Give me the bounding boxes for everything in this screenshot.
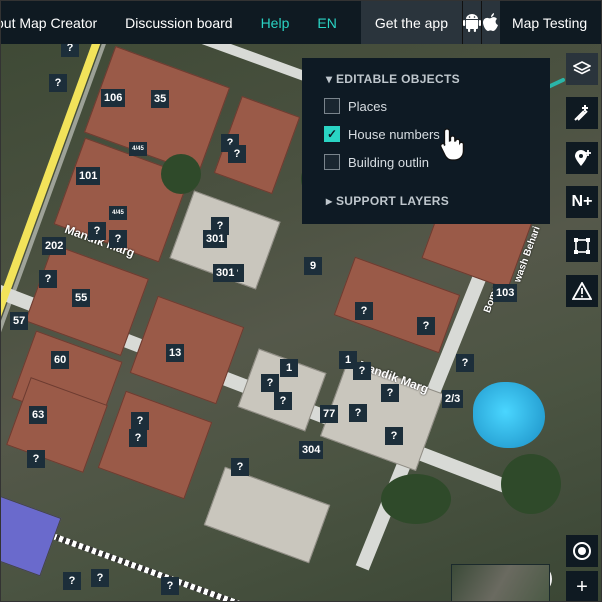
house-number-marker[interactable]: ? bbox=[91, 569, 109, 587]
apple-app-button[interactable] bbox=[480, 1, 500, 44]
app-name-link[interactable]: out Map Creator bbox=[1, 1, 111, 44]
tree bbox=[501, 454, 561, 514]
building bbox=[203, 466, 331, 564]
tree bbox=[381, 474, 451, 524]
house-number-marker[interactable]: 35 bbox=[151, 90, 170, 108]
house-number-marker[interactable]: ? bbox=[456, 354, 474, 372]
house-number-marker[interactable]: ? bbox=[88, 222, 106, 240]
house-number-marker[interactable]: ? bbox=[274, 392, 292, 410]
layers-button[interactable] bbox=[566, 53, 598, 85]
house-number-marker[interactable]: 77 bbox=[320, 405, 339, 423]
house-number-marker[interactable]: ? bbox=[349, 404, 367, 422]
layer-label: Places bbox=[348, 98, 388, 114]
house-number-marker[interactable]: 1 bbox=[280, 359, 298, 377]
house-number-marker[interactable]: ? bbox=[109, 230, 127, 248]
discussion-board-link[interactable]: Discussion board bbox=[111, 1, 246, 44]
add-house-number-icon bbox=[574, 105, 588, 121]
house-number-marker[interactable]: 202 bbox=[42, 237, 67, 255]
android-app-button[interactable] bbox=[461, 1, 481, 44]
swimming-pool bbox=[473, 382, 545, 448]
add-place-icon bbox=[575, 150, 591, 166]
house-number-marker[interactable]: 4/45 bbox=[109, 206, 127, 220]
top-navigation: out Map Creator Discussion board Help EN… bbox=[1, 1, 601, 44]
house-number-marker[interactable]: ? bbox=[355, 302, 373, 320]
house-number-marker[interactable]: 1 bbox=[339, 351, 357, 369]
house-number-marker[interactable]: 57 bbox=[10, 312, 29, 330]
house-number-marker[interactable]: ? bbox=[63, 572, 81, 590]
minimap[interactable] bbox=[451, 564, 550, 601]
tree bbox=[161, 154, 201, 194]
house-number-marker[interactable]: ? bbox=[417, 317, 435, 335]
building bbox=[129, 295, 245, 405]
layer-toggle-places[interactable]: Places bbox=[324, 98, 387, 114]
house-number-marker[interactable]: 301 bbox=[213, 264, 238, 282]
apple-icon bbox=[482, 12, 498, 31]
house-number-marker[interactable]: 9 bbox=[304, 257, 322, 275]
add-street-button[interactable]: N+ bbox=[566, 186, 598, 218]
house-number-marker[interactable]: ? bbox=[129, 429, 147, 447]
house-number-marker[interactable]: 103 bbox=[493, 284, 518, 302]
layers-panel: ▾ EDITABLE OBJECTS Places ✓ House number… bbox=[302, 58, 550, 224]
house-number-marker[interactable]: ? bbox=[261, 374, 279, 392]
house-number-marker[interactable]: 13 bbox=[166, 344, 185, 362]
house-number-marker[interactable]: ? bbox=[61, 44, 79, 57]
house-number-marker[interactable]: 4/45 bbox=[129, 142, 147, 156]
zoom-in-button[interactable]: + bbox=[566, 571, 598, 601]
language-selector[interactable]: EN bbox=[303, 1, 350, 44]
house-number-marker[interactable]: ? bbox=[49, 74, 67, 92]
building bbox=[1, 493, 62, 577]
report-issue-button[interactable] bbox=[566, 275, 598, 307]
support-layers-header[interactable]: ▸ SUPPORT LAYERS bbox=[326, 194, 449, 208]
editable-objects-header[interactable]: ▾ EDITABLE OBJECTS bbox=[326, 72, 460, 86]
house-number-marker[interactable]: ? bbox=[231, 458, 249, 476]
app-frame: out Map Creator Discussion board Help EN… bbox=[0, 0, 602, 602]
house-number-marker[interactable]: ? bbox=[39, 270, 57, 288]
building bbox=[333, 256, 461, 354]
house-number-marker[interactable]: 63 bbox=[29, 406, 48, 424]
warning-icon bbox=[572, 282, 592, 300]
add-house-number-button[interactable] bbox=[566, 97, 598, 129]
house-number-marker[interactable]: ? bbox=[228, 145, 246, 163]
house-numbers-checkbox[interactable]: ✓ bbox=[324, 126, 340, 142]
help-link[interactable]: Help bbox=[247, 1, 304, 44]
house-number-marker[interactable]: ? bbox=[27, 450, 45, 468]
house-number-marker[interactable]: ? bbox=[381, 384, 399, 402]
project-selector[interactable]: Map Testing bbox=[500, 1, 601, 44]
house-number-marker[interactable]: ? bbox=[161, 577, 179, 595]
building-outlines-checkbox[interactable] bbox=[324, 154, 340, 170]
house-number-marker[interactable]: 101 bbox=[76, 167, 101, 185]
house-number-marker[interactable]: 304 bbox=[299, 441, 324, 459]
layer-label: Building outlin bbox=[348, 154, 429, 170]
locate-icon bbox=[573, 542, 591, 560]
house-number-marker[interactable]: 301 bbox=[203, 230, 228, 248]
layer-toggle-house-numbers[interactable]: ✓ House numbers bbox=[324, 126, 440, 142]
house-number-marker[interactable]: 60 bbox=[51, 351, 70, 369]
locate-button[interactable] bbox=[566, 535, 598, 567]
add-place-button[interactable] bbox=[566, 142, 598, 174]
hand-cursor-icon bbox=[439, 127, 465, 169]
layer-toggle-building-outlines[interactable]: Building outlin bbox=[324, 154, 429, 170]
layers-icon bbox=[573, 61, 591, 75]
house-number-marker[interactable]: 2/3 bbox=[442, 390, 464, 408]
building bbox=[97, 390, 213, 500]
layer-label: House numbers bbox=[348, 126, 440, 142]
house-number-marker[interactable]: ? bbox=[131, 412, 149, 430]
places-checkbox[interactable] bbox=[324, 98, 340, 114]
house-number-marker[interactable]: ? bbox=[385, 427, 403, 445]
house-number-marker[interactable]: 106 bbox=[101, 89, 126, 107]
draw-outline-icon bbox=[574, 238, 590, 254]
house-number-marker[interactable]: 55 bbox=[72, 289, 91, 307]
android-icon bbox=[462, 13, 481, 32]
get-the-app-button[interactable]: Get the app bbox=[360, 1, 462, 44]
draw-outline-button[interactable] bbox=[566, 230, 598, 262]
